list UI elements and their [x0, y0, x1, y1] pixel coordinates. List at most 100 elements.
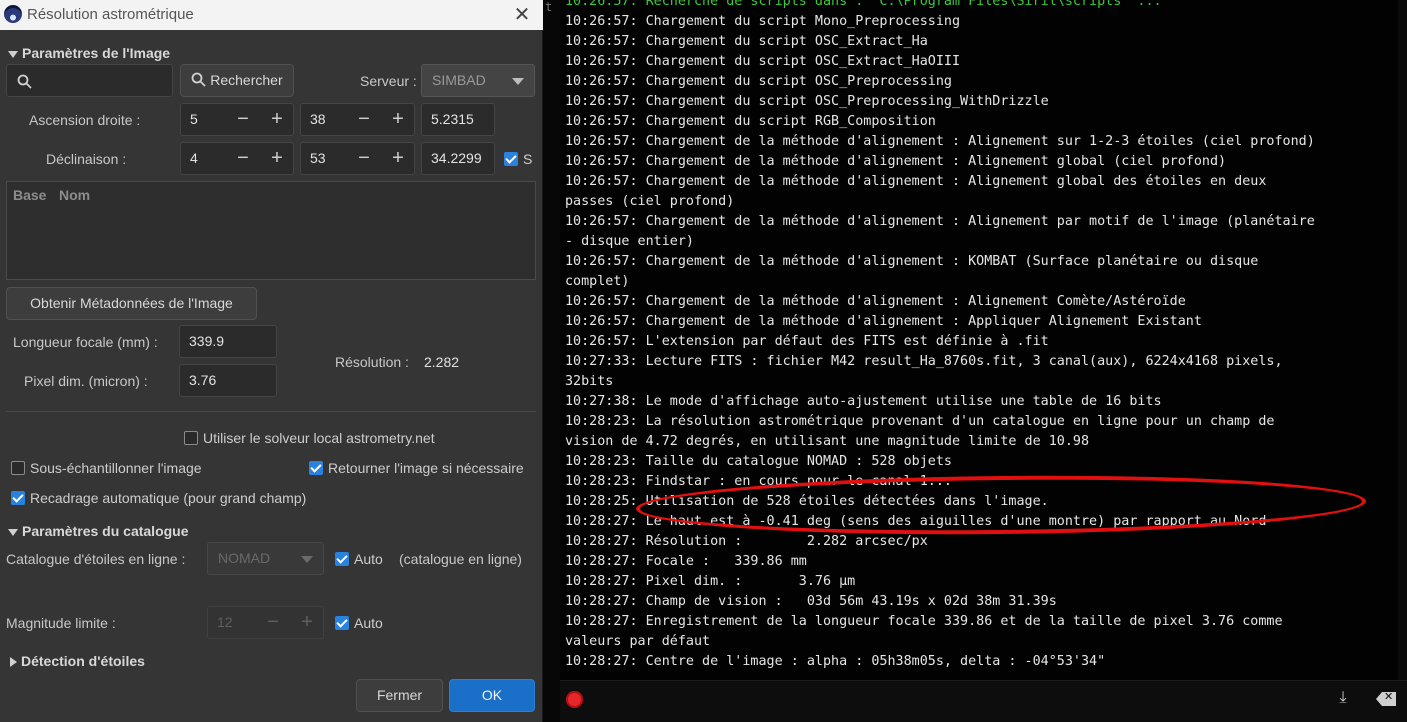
- ra-hours-value[interactable]: 5: [190, 104, 198, 135]
- minus-icon[interactable]: −: [256, 607, 290, 638]
- mag-auto-checkbox[interactable]: Auto: [335, 615, 383, 631]
- flip-checkbox[interactable]: Retourner l'image si nécessaire: [309, 460, 524, 476]
- object-search-input[interactable]: [6, 64, 173, 97]
- close-button[interactable]: Fermer: [356, 679, 443, 712]
- scroll-to-end-icon[interactable]: ⤓: [1335, 689, 1351, 709]
- ra-minutes-value[interactable]: 38: [310, 104, 326, 135]
- log-line: 10:28:27: Focale : 339.86 mm: [565, 554, 807, 569]
- console-scrollbar[interactable]: [1398, 0, 1407, 680]
- ra-seconds-field[interactable]: 5.2315: [421, 103, 495, 136]
- catalog-params-header-label: Paramètres du catalogue: [22, 523, 189, 539]
- log-line: 10:26:57: Recherche de scripts dans : "C…: [565, 0, 1162, 9]
- log-line: 10:26:57: Chargement du script OSC_Prepr…: [565, 74, 952, 89]
- dec-degrees-spinner[interactable]: 4 − +: [180, 142, 294, 175]
- background-window-strip: t: [543, 0, 560, 722]
- online-catalog-value: NOMAD: [218, 550, 271, 566]
- star-detection-header-label: Détection d'étoiles: [21, 653, 145, 669]
- mag-limit-spinner[interactable]: 12 − +: [207, 606, 324, 639]
- log-line: 10:26:57: Chargement du script OSC_Prepr…: [565, 94, 1049, 109]
- focal-label: Longueur focale (mm) :: [13, 334, 158, 350]
- log-line: 10:28:27: Pixel dim. : 3.76 µm: [565, 574, 856, 589]
- log-line: 10:28:27: Centre de l'image : alpha : 05…: [565, 654, 1106, 669]
- search-icon: [191, 72, 206, 87]
- checkbox-unchecked-icon[interactable]: [184, 431, 198, 445]
- plus-icon[interactable]: +: [381, 104, 415, 135]
- astrometry-dialog: Résolution astrométrique ✕ Paramètres de…: [0, 0, 543, 722]
- log-line: 10:26:57: Chargement du script OSC_Extra…: [565, 54, 961, 69]
- log-line: 10:28:23: Findstar : en cours pour le ca…: [565, 474, 952, 489]
- object-results-table[interactable]: Base Nom: [6, 181, 536, 280]
- image-params-header[interactable]: Paramètres de l'Image: [8, 45, 170, 61]
- ok-button[interactable]: OK: [449, 679, 535, 712]
- log-line: 10:26:57: Chargement de la méthode d'ali…: [565, 294, 1186, 309]
- minus-icon[interactable]: −: [226, 104, 260, 135]
- log-line: 10:26:57: Chargement du script Mono_Prep…: [565, 14, 961, 29]
- autocrop-label: Recadrage automatique (pour grand champ): [30, 490, 307, 506]
- log-line: 10:26:57: Chargement de la méthode d'ali…: [565, 134, 1315, 149]
- log-console[interactable]: 10:26:57: Recherche de scripts dans : "C…: [560, 0, 1407, 680]
- checkbox-checked-icon[interactable]: [309, 461, 323, 475]
- downsample-checkbox[interactable]: Sous-échantillonner l'image: [11, 460, 202, 476]
- dec-minutes-value[interactable]: 53: [310, 143, 326, 174]
- star-detection-header[interactable]: Détection d'étoiles: [10, 653, 145, 669]
- pixel-size-field[interactable]: 3.76: [179, 364, 277, 397]
- minus-icon[interactable]: −: [226, 143, 260, 174]
- plus-icon[interactable]: +: [260, 143, 294, 174]
- console-toolbar: ⤓: [560, 680, 1407, 722]
- server-select[interactable]: SIMBAD: [421, 64, 535, 97]
- clear-log-icon[interactable]: [1376, 692, 1396, 706]
- log-text: 10:26:57: Recherche de scripts dans : "C…: [565, 0, 1405, 672]
- flip-label: Retourner l'image si nécessaire: [328, 460, 524, 476]
- log-line: 10:28:27: Le haut est à -0.41 deg (sens …: [565, 514, 1267, 529]
- search-button-label: Rechercher: [210, 72, 283, 88]
- log-line: 10:28:23: La résolution astrométrique pr…: [565, 414, 1275, 449]
- local-solver-checkbox[interactable]: Utiliser le solveur local astrometry.net: [184, 430, 435, 446]
- background-text-fragment: t: [545, 0, 553, 14]
- checkbox-checked-icon[interactable]: [335, 616, 349, 630]
- dec-minutes-spinner[interactable]: 53 − +: [300, 142, 415, 175]
- ra-hours-spinner[interactable]: 5 − +: [180, 103, 294, 136]
- dialog-title: Résolution astrométrique: [27, 6, 194, 23]
- south-checkbox[interactable]: S: [504, 151, 532, 167]
- log-line: 10:28:27: Champ de vision : 03d 56m 43.1…: [565, 594, 1057, 609]
- log-line: 10:26:57: Chargement de la méthode d'ali…: [565, 314, 1202, 329]
- dec-degrees-value[interactable]: 4: [190, 143, 198, 174]
- column-header-name[interactable]: Nom: [59, 187, 90, 203]
- downsample-label: Sous-échantillonner l'image: [30, 460, 202, 476]
- log-line: 10:28:23: Taille du catalogue NOMAD : 52…: [565, 454, 952, 469]
- ra-label: Ascension droite :: [29, 112, 141, 128]
- minus-icon[interactable]: −: [347, 104, 381, 135]
- plus-icon[interactable]: +: [290, 607, 324, 638]
- ra-minutes-spinner[interactable]: 38 − +: [300, 103, 415, 136]
- log-line: 10:26:57: L'extension par défaut des FIT…: [565, 334, 1049, 349]
- minus-icon[interactable]: −: [347, 143, 381, 174]
- plus-icon[interactable]: +: [381, 143, 415, 174]
- catalog-params-header[interactable]: Paramètres du catalogue: [8, 523, 189, 539]
- server-select-value: SIMBAD: [432, 72, 486, 88]
- column-header-base[interactable]: Base: [13, 187, 46, 203]
- catalog-auto-note: (catalogue en ligne): [399, 551, 522, 567]
- log-line: 10:26:57: Chargement de la méthode d'ali…: [565, 154, 1227, 169]
- stop-record-icon[interactable]: [566, 691, 583, 708]
- log-line: 10:26:57: Chargement de la méthode d'ali…: [565, 254, 1259, 289]
- local-solver-label: Utiliser le solveur local astrometry.net: [203, 430, 435, 446]
- catalog-auto-checkbox[interactable]: Auto: [335, 551, 383, 567]
- pixel-size-label: Pixel dim. (micron) :: [24, 373, 148, 389]
- checkbox-checked-icon[interactable]: [504, 152, 518, 166]
- dialog-titlebar[interactable]: Résolution astrométrique ✕: [0, 0, 543, 30]
- autocrop-checkbox[interactable]: Recadrage automatique (pour grand champ): [11, 490, 306, 506]
- focal-length-field[interactable]: 339.9: [179, 325, 277, 358]
- mag-limit-value[interactable]: 12: [217, 607, 233, 638]
- expander-down-icon: [8, 50, 18, 58]
- plus-icon[interactable]: +: [260, 104, 294, 135]
- close-icon[interactable]: ✕: [508, 2, 536, 28]
- search-button[interactable]: Rechercher: [180, 64, 294, 97]
- checkbox-checked-icon[interactable]: [11, 491, 25, 505]
- online-catalog-label: Catalogue d'étoiles en ligne :: [6, 551, 186, 567]
- log-line: 10:28:27: Enregistrement de la longueur …: [565, 614, 1283, 649]
- checkbox-unchecked-icon[interactable]: [11, 461, 25, 475]
- get-metadata-button[interactable]: Obtenir Métadonnées de l'Image: [6, 287, 257, 320]
- online-catalog-select[interactable]: NOMAD: [207, 542, 324, 575]
- dec-seconds-field[interactable]: 34.2299: [421, 142, 495, 175]
- checkbox-checked-icon[interactable]: [335, 552, 349, 566]
